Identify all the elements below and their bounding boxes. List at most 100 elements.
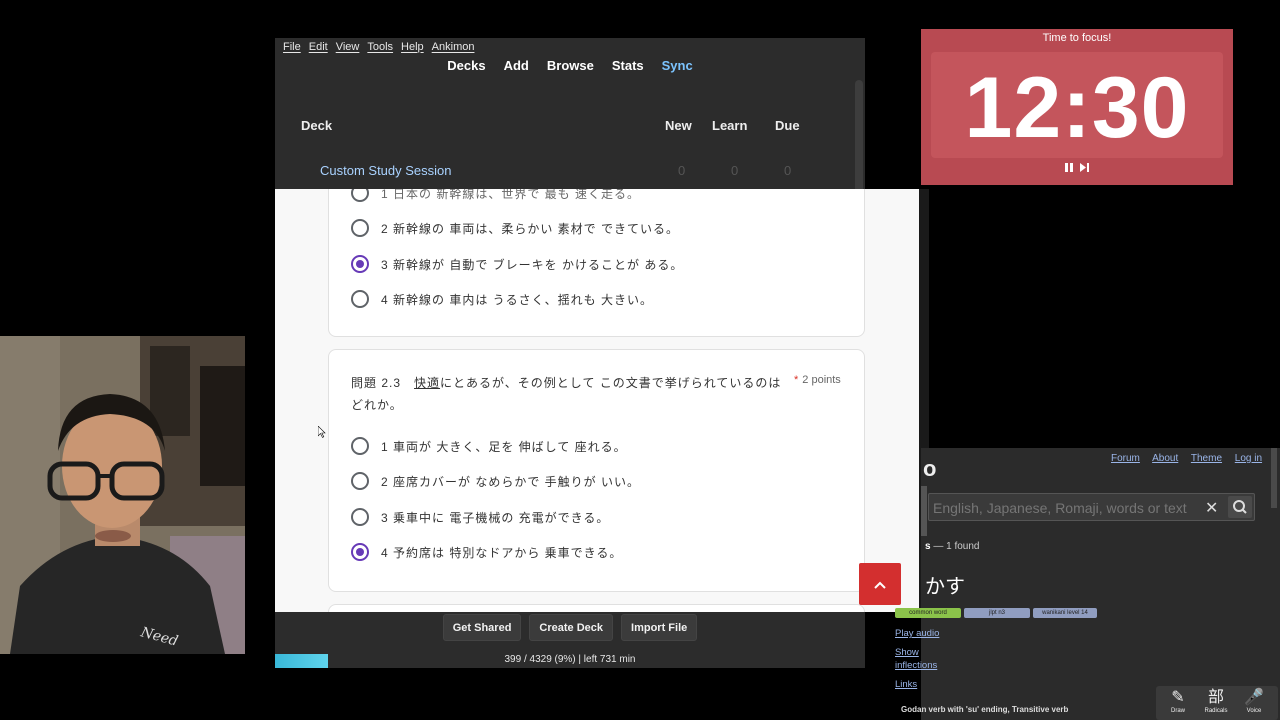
learn-column-header: Learn: [712, 118, 748, 133]
option[interactable]: 4 予約席は 特別なドアから 乗車できる。: [351, 542, 622, 562]
option-label: 2 新幹線の 車両は、柔らかい 素材で できている。: [381, 221, 680, 236]
voice-tool[interactable]: 🎤 Voice: [1238, 688, 1270, 714]
required-mark: *: [794, 374, 799, 386]
deck-row[interactable]: Custom Study Session 0 0 0: [320, 163, 800, 179]
results-text: — 1 found: [930, 541, 980, 552]
option[interactable]: 2 新幹線の 車両は、柔らかい 素材で できている。: [351, 218, 679, 238]
menu-tools[interactable]: Tools: [367, 41, 393, 53]
progress-text: 399 / 4329 (9%) | left 731 min: [504, 654, 636, 665]
draw-label: Draw: [1170, 708, 1185, 714]
radio-button[interactable]: [351, 508, 369, 526]
menu-help[interactable]: Help: [401, 41, 424, 53]
option-label: 4 新幹線の 車内は うるさく、揺れも 大きい。: [381, 292, 654, 307]
skip-next-icon[interactable]: [1079, 163, 1090, 172]
question-card-next: [328, 604, 865, 612]
jisho-scrollbar[interactable]: [1271, 448, 1277, 508]
option[interactable]: 3 新幹線が 自動で ブレーキを かけることが ある。: [351, 254, 683, 274]
results-count: s — 1 found: [925, 541, 979, 552]
new-column-header: New: [665, 118, 692, 133]
focus-timer-widget: Time to focus! 12:30: [921, 29, 1233, 185]
option[interactable]: 2 座席カバーが なめらかで 手触りが いい。: [351, 471, 640, 491]
search-icon: [1233, 500, 1247, 514]
option[interactable]: 4 新幹線の 車内は うるさく、揺れも 大きい。: [351, 289, 653, 309]
nav-login[interactable]: Log in: [1235, 453, 1262, 464]
timer-controls: [921, 163, 1233, 175]
import-file-button[interactable]: Import File: [621, 614, 698, 641]
tag-wanikani: wanikani level 14: [1033, 608, 1097, 618]
option-label: 1 日本の 新幹線は、世界で 最も 速く走る。: [381, 189, 641, 201]
entry-word: かす: [925, 576, 965, 598]
radicals-tool[interactable]: 部 Radicals: [1200, 688, 1232, 714]
timer-countdown: 12:30: [964, 60, 1190, 156]
pause-icon[interactable]: [1064, 163, 1074, 172]
option-partial[interactable]: 1 日本の 新幹線は、世界で 最も 速く走る。: [351, 189, 640, 203]
jisho-dictionary-panel: o Forum About Theme Log in ✕ s — 1 found…: [895, 448, 1280, 720]
radio-button[interactable]: [351, 437, 369, 455]
deck-column-header: Deck: [301, 118, 333, 133]
draw-tool[interactable]: ✎ Draw: [1162, 688, 1194, 714]
deck-new-count: 0: [678, 163, 686, 178]
anki-menubar: File Edit View Tools Help Ankimon: [275, 38, 865, 55]
clear-search-icon[interactable]: ✕: [1205, 498, 1218, 518]
toolbar-add[interactable]: Add: [504, 58, 529, 76]
menu-file[interactable]: File: [283, 41, 301, 53]
option[interactable]: 3 乗車中に 電子機械の 充電ができる。: [351, 507, 609, 527]
due-column-header: Due: [775, 118, 800, 133]
jisho-search-box: ✕: [928, 493, 1255, 521]
nav-about[interactable]: About: [1152, 453, 1178, 464]
radio-button[interactable]: [351, 219, 369, 237]
mouse-cursor-icon: [318, 426, 326, 438]
show-inflections-link[interactable]: Show: [895, 647, 919, 658]
jisho-logo[interactable]: o: [923, 456, 936, 482]
anki-bottom-bar: Get Shared Create Deck Import File: [275, 614, 865, 642]
webcam-feed: Need: [0, 336, 245, 654]
question-card: 1 日本の 新幹線は、世界で 最も 速く走る。 2 新幹線の 車両は、柔らかい …: [328, 189, 865, 337]
question-title: 問題 2.3 快適にとあるが、その例として この文書で挙げられているのはどれか。: [351, 372, 791, 416]
question-points: * 2 points: [794, 374, 841, 386]
quiz-form: 1 日本の 新幹線は、世界で 最も 速く走る。 2 新幹線の 車両は、柔らかい …: [275, 189, 919, 612]
tag-jlpt: jlpt n3: [964, 608, 1030, 618]
search-input[interactable]: [933, 500, 1203, 516]
radicals-icon: 部: [1207, 689, 1224, 706]
play-audio-link[interactable]: Play audio: [895, 628, 939, 639]
menu-view[interactable]: View: [336, 41, 360, 53]
nav-theme[interactable]: Theme: [1191, 453, 1222, 464]
option-label: 1 車両が 大きく、足を 伸ばして 座れる。: [381, 439, 627, 454]
menu-ankimon[interactable]: Ankimon: [432, 41, 475, 53]
deck-learn-count: 0: [731, 163, 739, 178]
jisho-nav: Forum About Theme Log in: [1111, 453, 1272, 464]
radio-button[interactable]: [351, 290, 369, 308]
toolbar-decks[interactable]: Decks: [447, 58, 485, 76]
get-shared-button[interactable]: Get Shared: [442, 614, 522, 641]
radio-button[interactable]: [351, 472, 369, 490]
option[interactable]: 1 車両が 大きく、足を 伸ばして 座れる。: [351, 436, 627, 456]
deck-table-header: Deck New Learn Due: [301, 118, 821, 136]
search-button[interactable]: [1228, 496, 1252, 518]
radio-button-selected[interactable]: [351, 543, 369, 561]
microphone-icon: 🎤: [1244, 689, 1264, 706]
menu-edit[interactable]: Edit: [309, 41, 328, 53]
create-deck-button[interactable]: Create Deck: [529, 614, 614, 641]
scroll-to-top-button[interactable]: [859, 563, 901, 605]
toolbar-browse[interactable]: Browse: [547, 58, 594, 76]
radio-button-selected[interactable]: [351, 255, 369, 273]
tag-common-word: common word: [895, 608, 961, 618]
timer-title: Time to focus!: [1042, 32, 1112, 44]
show-inflections-link-line2[interactable]: inflections: [895, 660, 937, 671]
anki-status-bar: 399 / 4329 (9%) | left 731 min: [275, 653, 865, 668]
chevron-up-icon: [874, 581, 886, 590]
option-label: 3 新幹線が 自動で ブレーキを かけることが ある。: [381, 257, 684, 272]
links-link[interactable]: Links: [895, 679, 917, 690]
toolbar-stats[interactable]: Stats: [612, 58, 644, 76]
deck-name[interactable]: Custom Study Session: [320, 163, 452, 178]
radicals-label: Radicals: [1204, 708, 1228, 714]
nav-forum[interactable]: Forum: [1111, 453, 1140, 464]
input-tools: ✎ Draw 部 Radicals 🎤 Voice: [1156, 686, 1278, 720]
toolbar-sync[interactable]: Sync: [662, 58, 693, 76]
underlined-term: 快適: [414, 376, 441, 390]
part-of-speech: Godan verb with 'su' ending, Transitive …: [901, 705, 1069, 714]
option-label: 2 座席カバーが なめらかで 手触りが いい。: [381, 474, 641, 489]
points-label: 2 points: [802, 374, 841, 386]
window-edge-handle: [921, 486, 927, 536]
radio-button[interactable]: [351, 189, 369, 202]
